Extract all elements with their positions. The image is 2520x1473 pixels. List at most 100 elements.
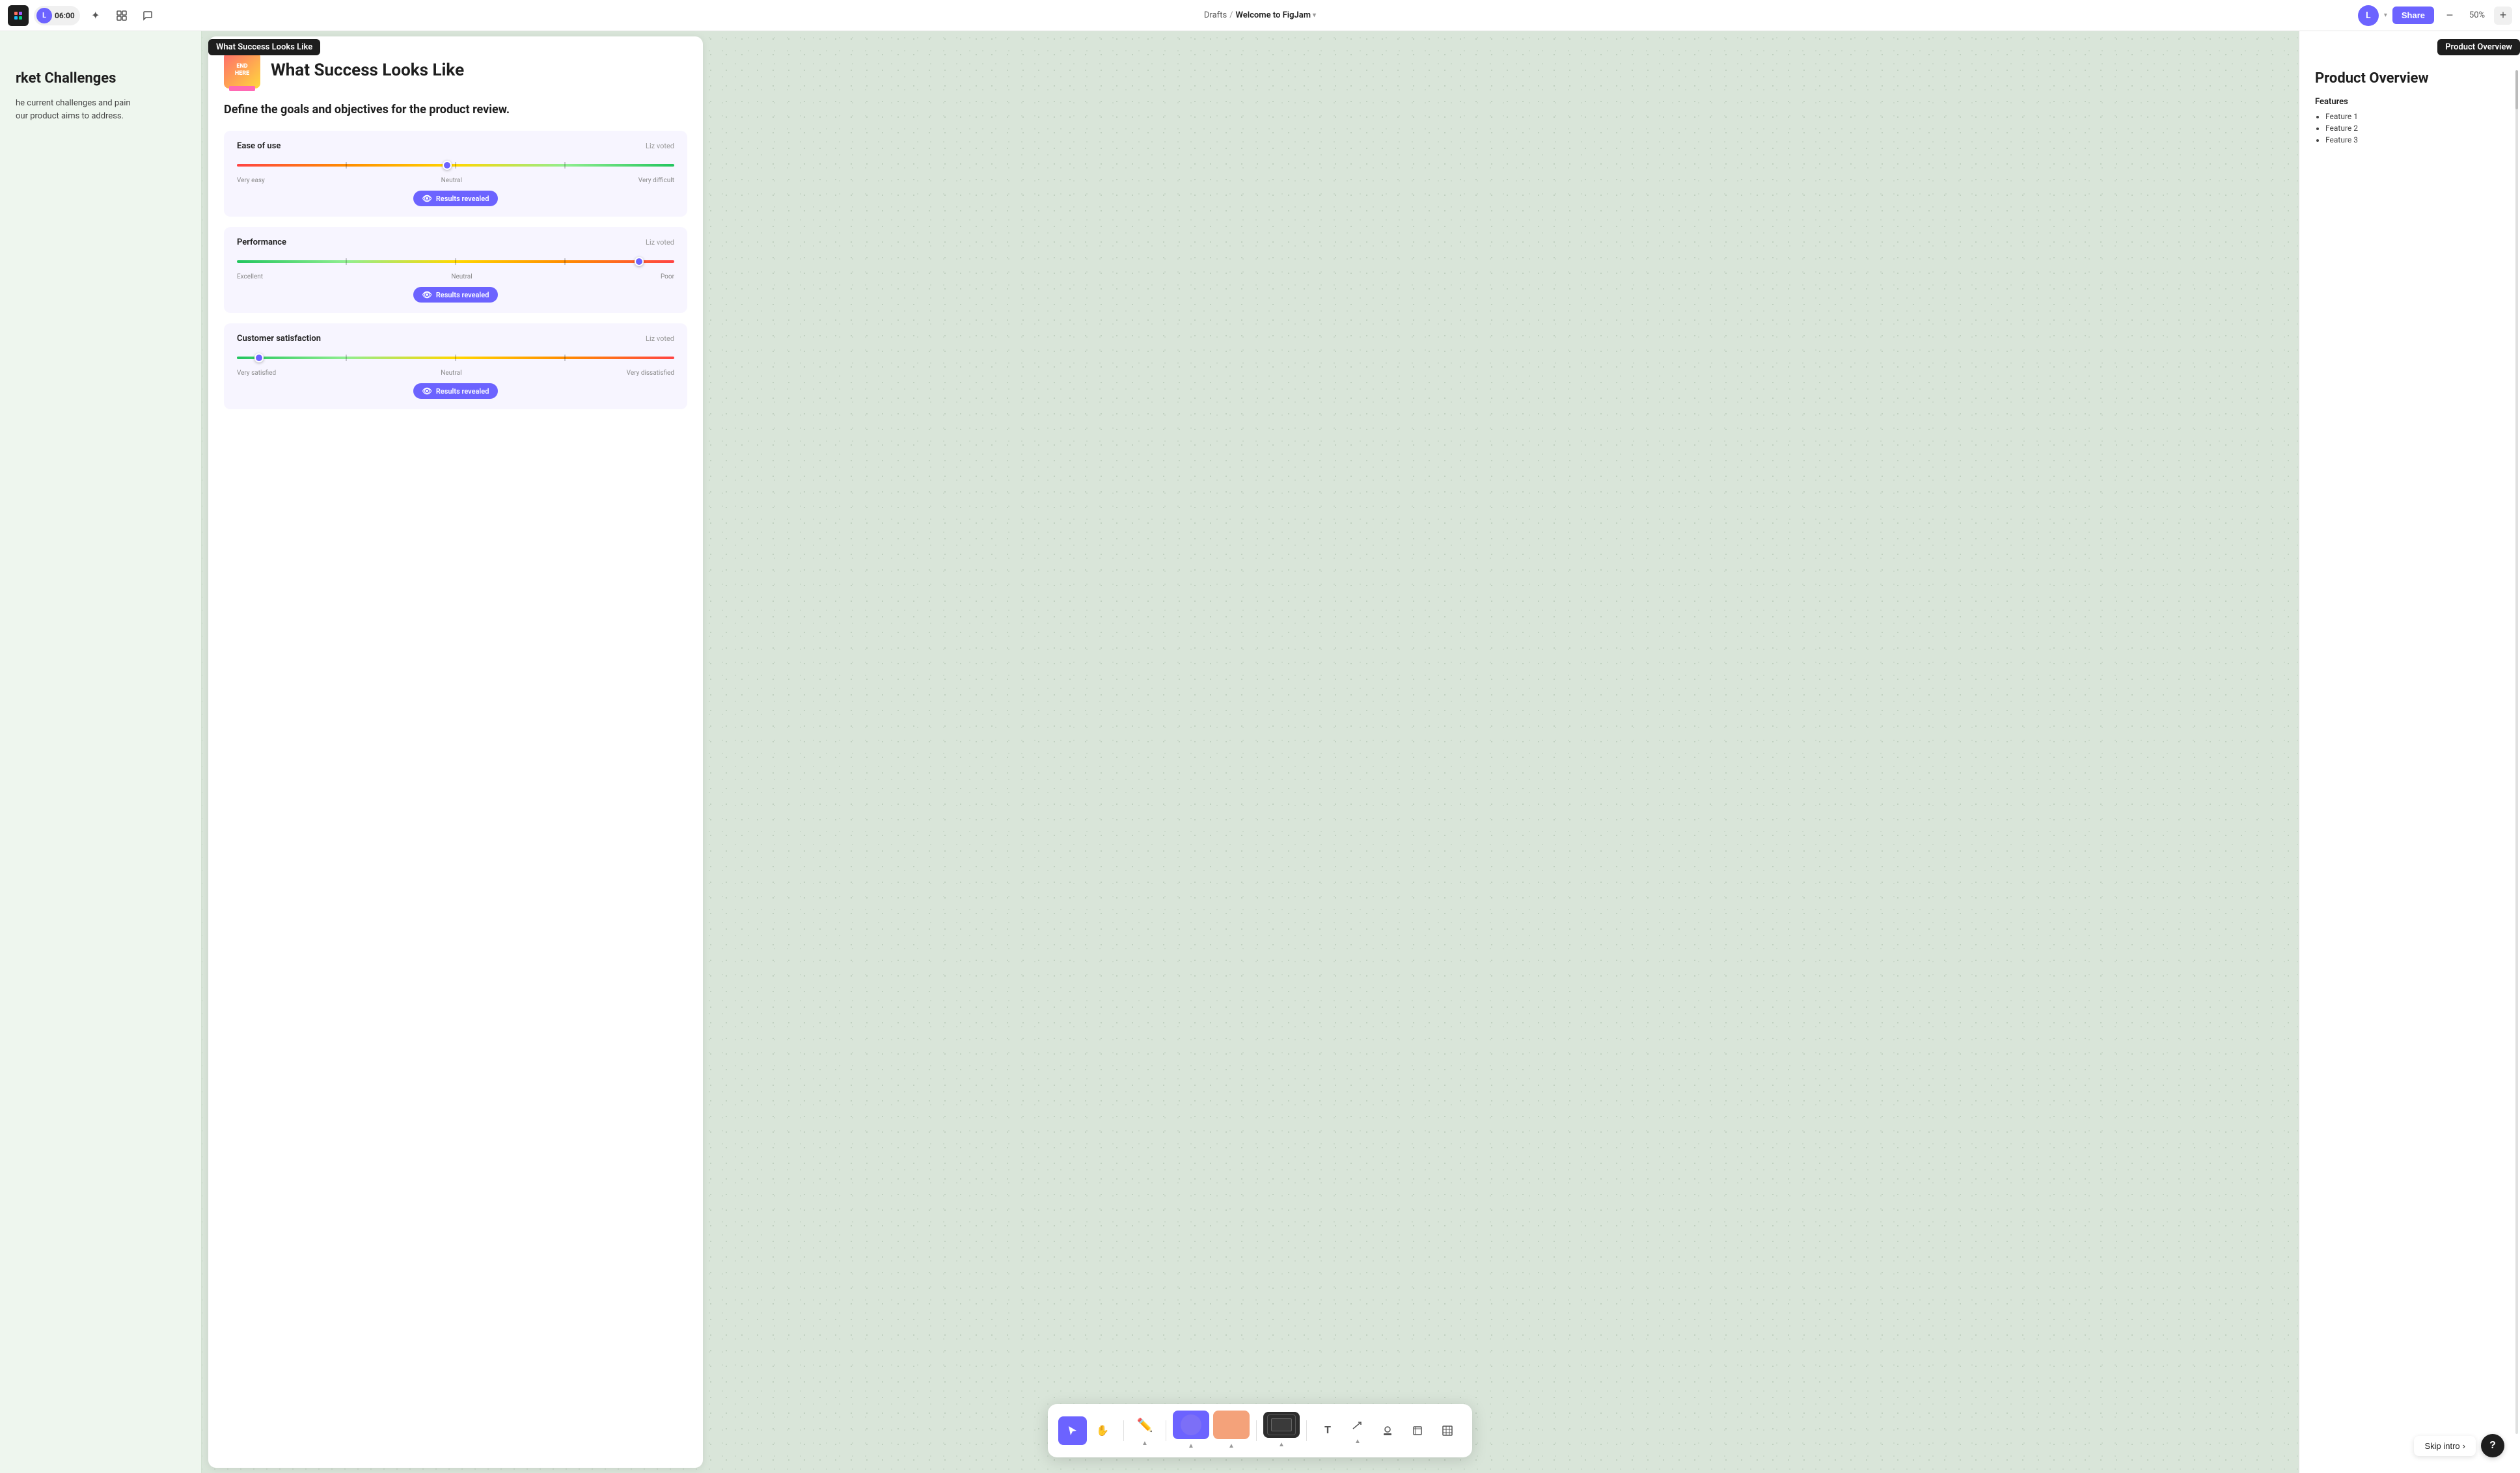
slider-ease-label-left: Very easy — [237, 177, 265, 184]
text-tool[interactable]: T — [1313, 1416, 1342, 1445]
main-card-title: What Success Looks Like — [271, 61, 464, 80]
peach-shape-tool[interactable] — [1213, 1411, 1250, 1439]
draw-tool-group: ✏️ ▲ — [1130, 1413, 1159, 1448]
slider-perf-track[interactable] — [237, 255, 674, 268]
right-scrollbar[interactable] — [2515, 70, 2518, 1434]
slider-cust-label-left: Very satisfied — [237, 370, 276, 377]
template-tool[interactable] — [1263, 1412, 1300, 1438]
slider-ease-tick-3 — [564, 162, 566, 169]
slider-cust-tick-3 — [564, 355, 566, 361]
slider-customer-satisfaction: Customer satisfaction Liz voted Very sat… — [224, 323, 687, 409]
toolbar-sep-1 — [1123, 1420, 1124, 1441]
slider-cust-labels: Very satisfied Neutral Very dissatisfied — [237, 370, 674, 377]
left-panel-title: rket Challenges — [16, 70, 185, 87]
perf-results-badge-button[interactable]: Results revealed — [413, 287, 499, 303]
slider-ease-thumb[interactable] — [443, 161, 452, 170]
topbar-right: L ▾ Share − 50% + — [2358, 5, 2512, 26]
main-card-header: END HERE What Success Looks Like — [224, 52, 687, 88]
features-heading: Features — [2315, 97, 2504, 107]
slider-cust-header: Customer satisfaction Liz voted — [237, 334, 674, 344]
section-label-product: Product Overview — [2437, 39, 2520, 55]
frame-tool[interactable] — [1403, 1416, 1432, 1445]
pen-expand[interactable]: ▲ — [1140, 1438, 1150, 1448]
slider-ease-tick-1 — [346, 162, 347, 169]
perf-results-badge: Results revealed — [413, 287, 499, 303]
main-card-subtitle: Define the goals and objectives for the … — [224, 101, 687, 118]
breadcrumb-drafts[interactable]: Drafts — [1204, 10, 1227, 20]
right-scrollbar-thumb[interactable] — [2515, 70, 2518, 109]
ease-results-badge: Results revealed — [413, 191, 499, 206]
chat-button[interactable] — [137, 5, 158, 26]
slider-perf-voted: Liz voted — [646, 238, 674, 247]
slider-ease-label-center: Neutral — [441, 177, 462, 184]
left-panel-description: he current challenges and pain our produ… — [16, 97, 185, 122]
slider-ease-tick-2 — [455, 162, 456, 169]
topbar-left: L 06:00 ✦ — [8, 5, 2353, 26]
template-expand[interactable]: ▲ — [1276, 1439, 1287, 1450]
slider-cust-track[interactable] — [237, 351, 674, 364]
slider-perf-thumb[interactable] — [635, 257, 644, 266]
toolbar-sep-4 — [1306, 1420, 1307, 1441]
cursor-tool-group: ✋ — [1058, 1416, 1117, 1445]
feature-item-3: Feature 3 — [2325, 135, 2504, 144]
help-button[interactable]: ? — [2481, 1434, 2504, 1457]
cust-results-badge-button[interactable]: Results revealed — [413, 383, 499, 399]
slider-perf-tick-3 — [564, 258, 566, 265]
canvas: What Success Looks Like Product Overview… — [0, 31, 2520, 1473]
magic-button[interactable]: ✦ — [85, 5, 106, 26]
user-avatar[interactable]: L — [2358, 5, 2379, 26]
slider-perf-label-right: Poor — [661, 273, 674, 280]
plus-button[interactable]: + — [2494, 7, 2512, 25]
connector-expand[interactable]: ▲ — [1352, 1436, 1363, 1446]
feature-item-2: Feature 2 — [2325, 124, 2504, 133]
slider-perf-title: Performance — [237, 237, 286, 247]
slider-cust-tick-2 — [455, 355, 456, 361]
template-tool-group: ▲ — [1263, 1412, 1300, 1450]
cursor-tool[interactable] — [1058, 1416, 1087, 1445]
breadcrumb-file-title[interactable]: Welcome to FigJam ▾ — [1236, 10, 1317, 20]
ease-results-badge-button[interactable]: Results revealed — [413, 191, 499, 206]
slider-ease-header: Ease of use Liz voted — [237, 141, 674, 151]
connector-tool[interactable] — [1343, 1415, 1372, 1436]
utility-tool-group: T ▲ — [1313, 1415, 1462, 1446]
right-panel-title: Product Overview — [2315, 70, 2504, 87]
slider-perf-label-left: Excellent — [237, 273, 263, 280]
cust-results-badge: Results revealed — [413, 383, 499, 399]
slider-cust-label-right: Very dissatisfied — [627, 370, 674, 377]
skip-intro-button[interactable]: Skip intro › — [2414, 1436, 2476, 1456]
slider-cust-thumb[interactable] — [254, 353, 264, 362]
slider-cust-title: Customer satisfaction — [237, 334, 321, 344]
purple-marker-tool[interactable] — [1173, 1411, 1209, 1439]
pen-tool[interactable]: ✏️ — [1130, 1413, 1159, 1437]
slider-perf-labels: Excellent Neutral Poor — [237, 273, 674, 280]
hand-tool[interactable]: ✋ — [1088, 1416, 1117, 1445]
shape-tool-group: ▲ ▲ — [1173, 1411, 1250, 1451]
bottom-toolbar: ✋ ✏️ ▲ ▲ ▲ — [1048, 1404, 1472, 1457]
zoom-level[interactable]: 50% — [2465, 10, 2489, 20]
peach-expand[interactable]: ▲ — [1226, 1440, 1237, 1451]
slider-perf-header: Performance Liz voted — [237, 237, 674, 247]
purple-expand[interactable]: ▲ — [1186, 1440, 1196, 1451]
layout-button[interactable] — [111, 5, 132, 26]
feature-item-1: Feature 1 — [2325, 112, 2504, 121]
slider-ease-label-right: Very difficult — [638, 177, 674, 184]
slider-ease-of-use: Ease of use Liz voted Very easy Neutral … — [224, 131, 687, 217]
share-button[interactable]: Share — [2392, 7, 2434, 24]
minus-button[interactable]: − — [2439, 5, 2460, 26]
right-panel: Product Overview Features Feature 1 Feat… — [2299, 31, 2520, 1473]
breadcrumb-separator: / — [1229, 10, 1233, 20]
topbar-center: Drafts / Welcome to FigJam ▾ — [1204, 10, 1316, 20]
figma-menu-button[interactable] — [8, 5, 29, 26]
stamp-tool[interactable] — [1373, 1416, 1402, 1445]
toolbar-sep-3 — [1256, 1420, 1257, 1441]
slider-perf-tick-1 — [346, 258, 347, 265]
table-tool[interactable] — [1433, 1416, 1462, 1445]
timer-display: 06:00 — [55, 11, 75, 20]
slider-perf-tick-2 — [455, 258, 456, 265]
slider-ease-track[interactable] — [237, 159, 674, 172]
stamp-icon: END HERE — [224, 52, 260, 88]
slider-perf-label-center: Neutral — [451, 273, 472, 280]
main-card: END HERE What Success Looks Like Define … — [208, 36, 703, 1468]
dropdown-arrow[interactable]: ▾ — [2384, 12, 2387, 19]
slider-ease-labels: Very easy Neutral Very difficult — [237, 177, 674, 184]
